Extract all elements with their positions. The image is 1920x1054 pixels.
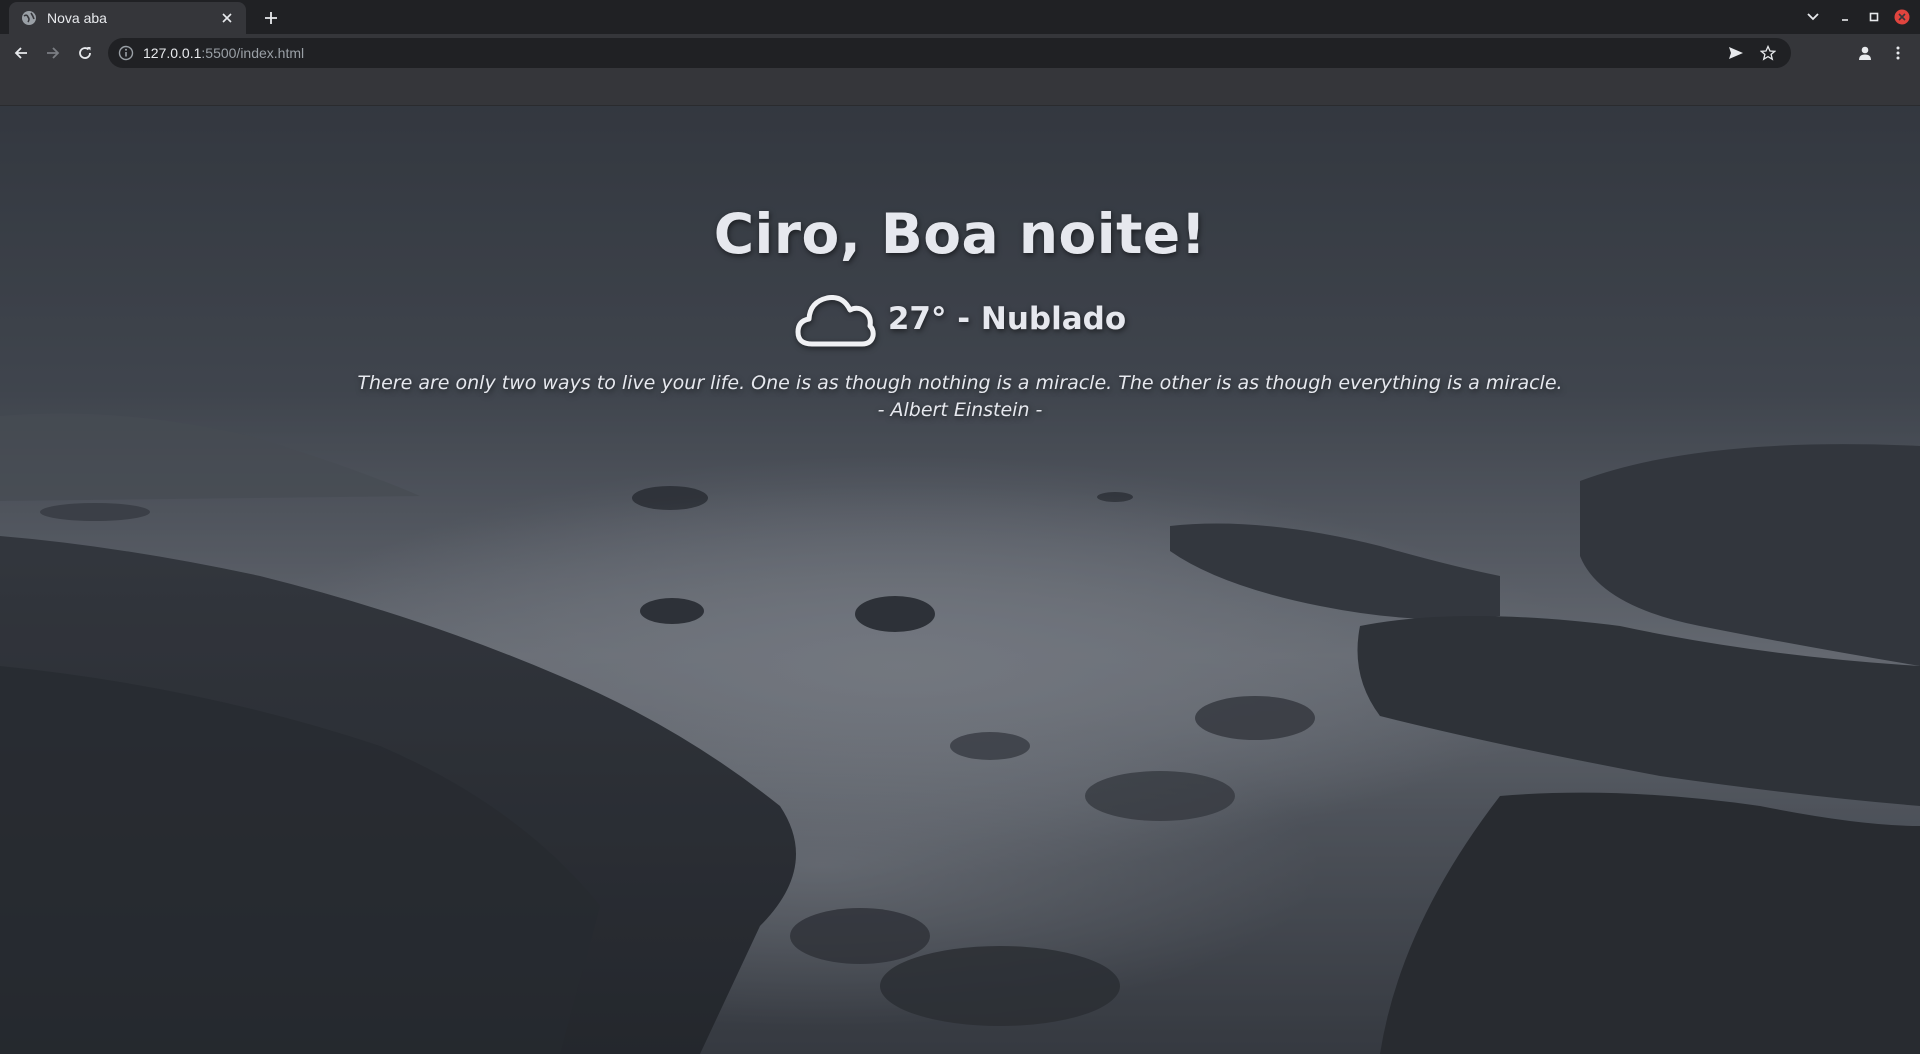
bookmarks-bar: [0, 72, 1920, 106]
arrow-left-icon: [14, 47, 27, 59]
info-icon[interactable]: [118, 45, 134, 61]
browser-toolbar: 127.0.0.1:5500/index.html: [0, 34, 1920, 72]
tab-search-icon[interactable]: [1804, 8, 1822, 26]
url-host: 127.0.0.1: [143, 45, 202, 61]
minimize-icon[interactable]: [1836, 8, 1854, 26]
profile-button[interactable]: [1855, 43, 1875, 63]
kebab-menu-icon: [1896, 46, 1900, 60]
quote-text: There are only two ways to live your lif…: [357, 372, 1563, 394]
tab-close-icon[interactable]: [218, 9, 236, 27]
cloud-icon: [795, 295, 876, 347]
quote-block: There are only two ways to live your lif…: [357, 370, 1562, 424]
profile-icon: [1859, 46, 1871, 60]
browser-tab[interactable]: Nova aba: [9, 2, 246, 34]
quote-author: - Albert Einstein -: [877, 399, 1043, 421]
page-viewport: Ciro, Boa noite! 27° - Nublado There are…: [0, 106, 1920, 1054]
weather-widget: 27° - Nublado: [794, 288, 1126, 350]
weather-text: 27° - Nublado: [887, 301, 1127, 337]
tab-title: Nova aba: [47, 10, 107, 26]
greeting-heading: Ciro, Boa noite!: [713, 202, 1207, 266]
reload-button[interactable]: [75, 43, 95, 63]
maximize-icon[interactable]: [1865, 8, 1883, 26]
address-bar[interactable]: 127.0.0.1:5500/index.html: [108, 38, 1791, 68]
new-tab-button[interactable]: [261, 8, 281, 28]
menu-button[interactable]: [1888, 43, 1908, 63]
reload-icon: [79, 47, 91, 59]
back-button[interactable]: [11, 43, 31, 63]
url-text[interactable]: 127.0.0.1:5500/index.html: [143, 45, 1727, 61]
bookmark-star-icon[interactable]: [1759, 44, 1777, 62]
send-icon[interactable]: [1727, 44, 1745, 62]
arrow-right-icon: [47, 47, 60, 59]
url-path: :5500/index.html: [201, 45, 305, 61]
close-window-icon[interactable]: [1893, 8, 1911, 26]
hero-section: Ciro, Boa noite! 27° - Nublado There are…: [0, 202, 1920, 424]
tab-strip: Nova aba: [0, 0, 1920, 34]
globe-icon: [22, 11, 36, 25]
forward-button[interactable]: [43, 43, 63, 63]
